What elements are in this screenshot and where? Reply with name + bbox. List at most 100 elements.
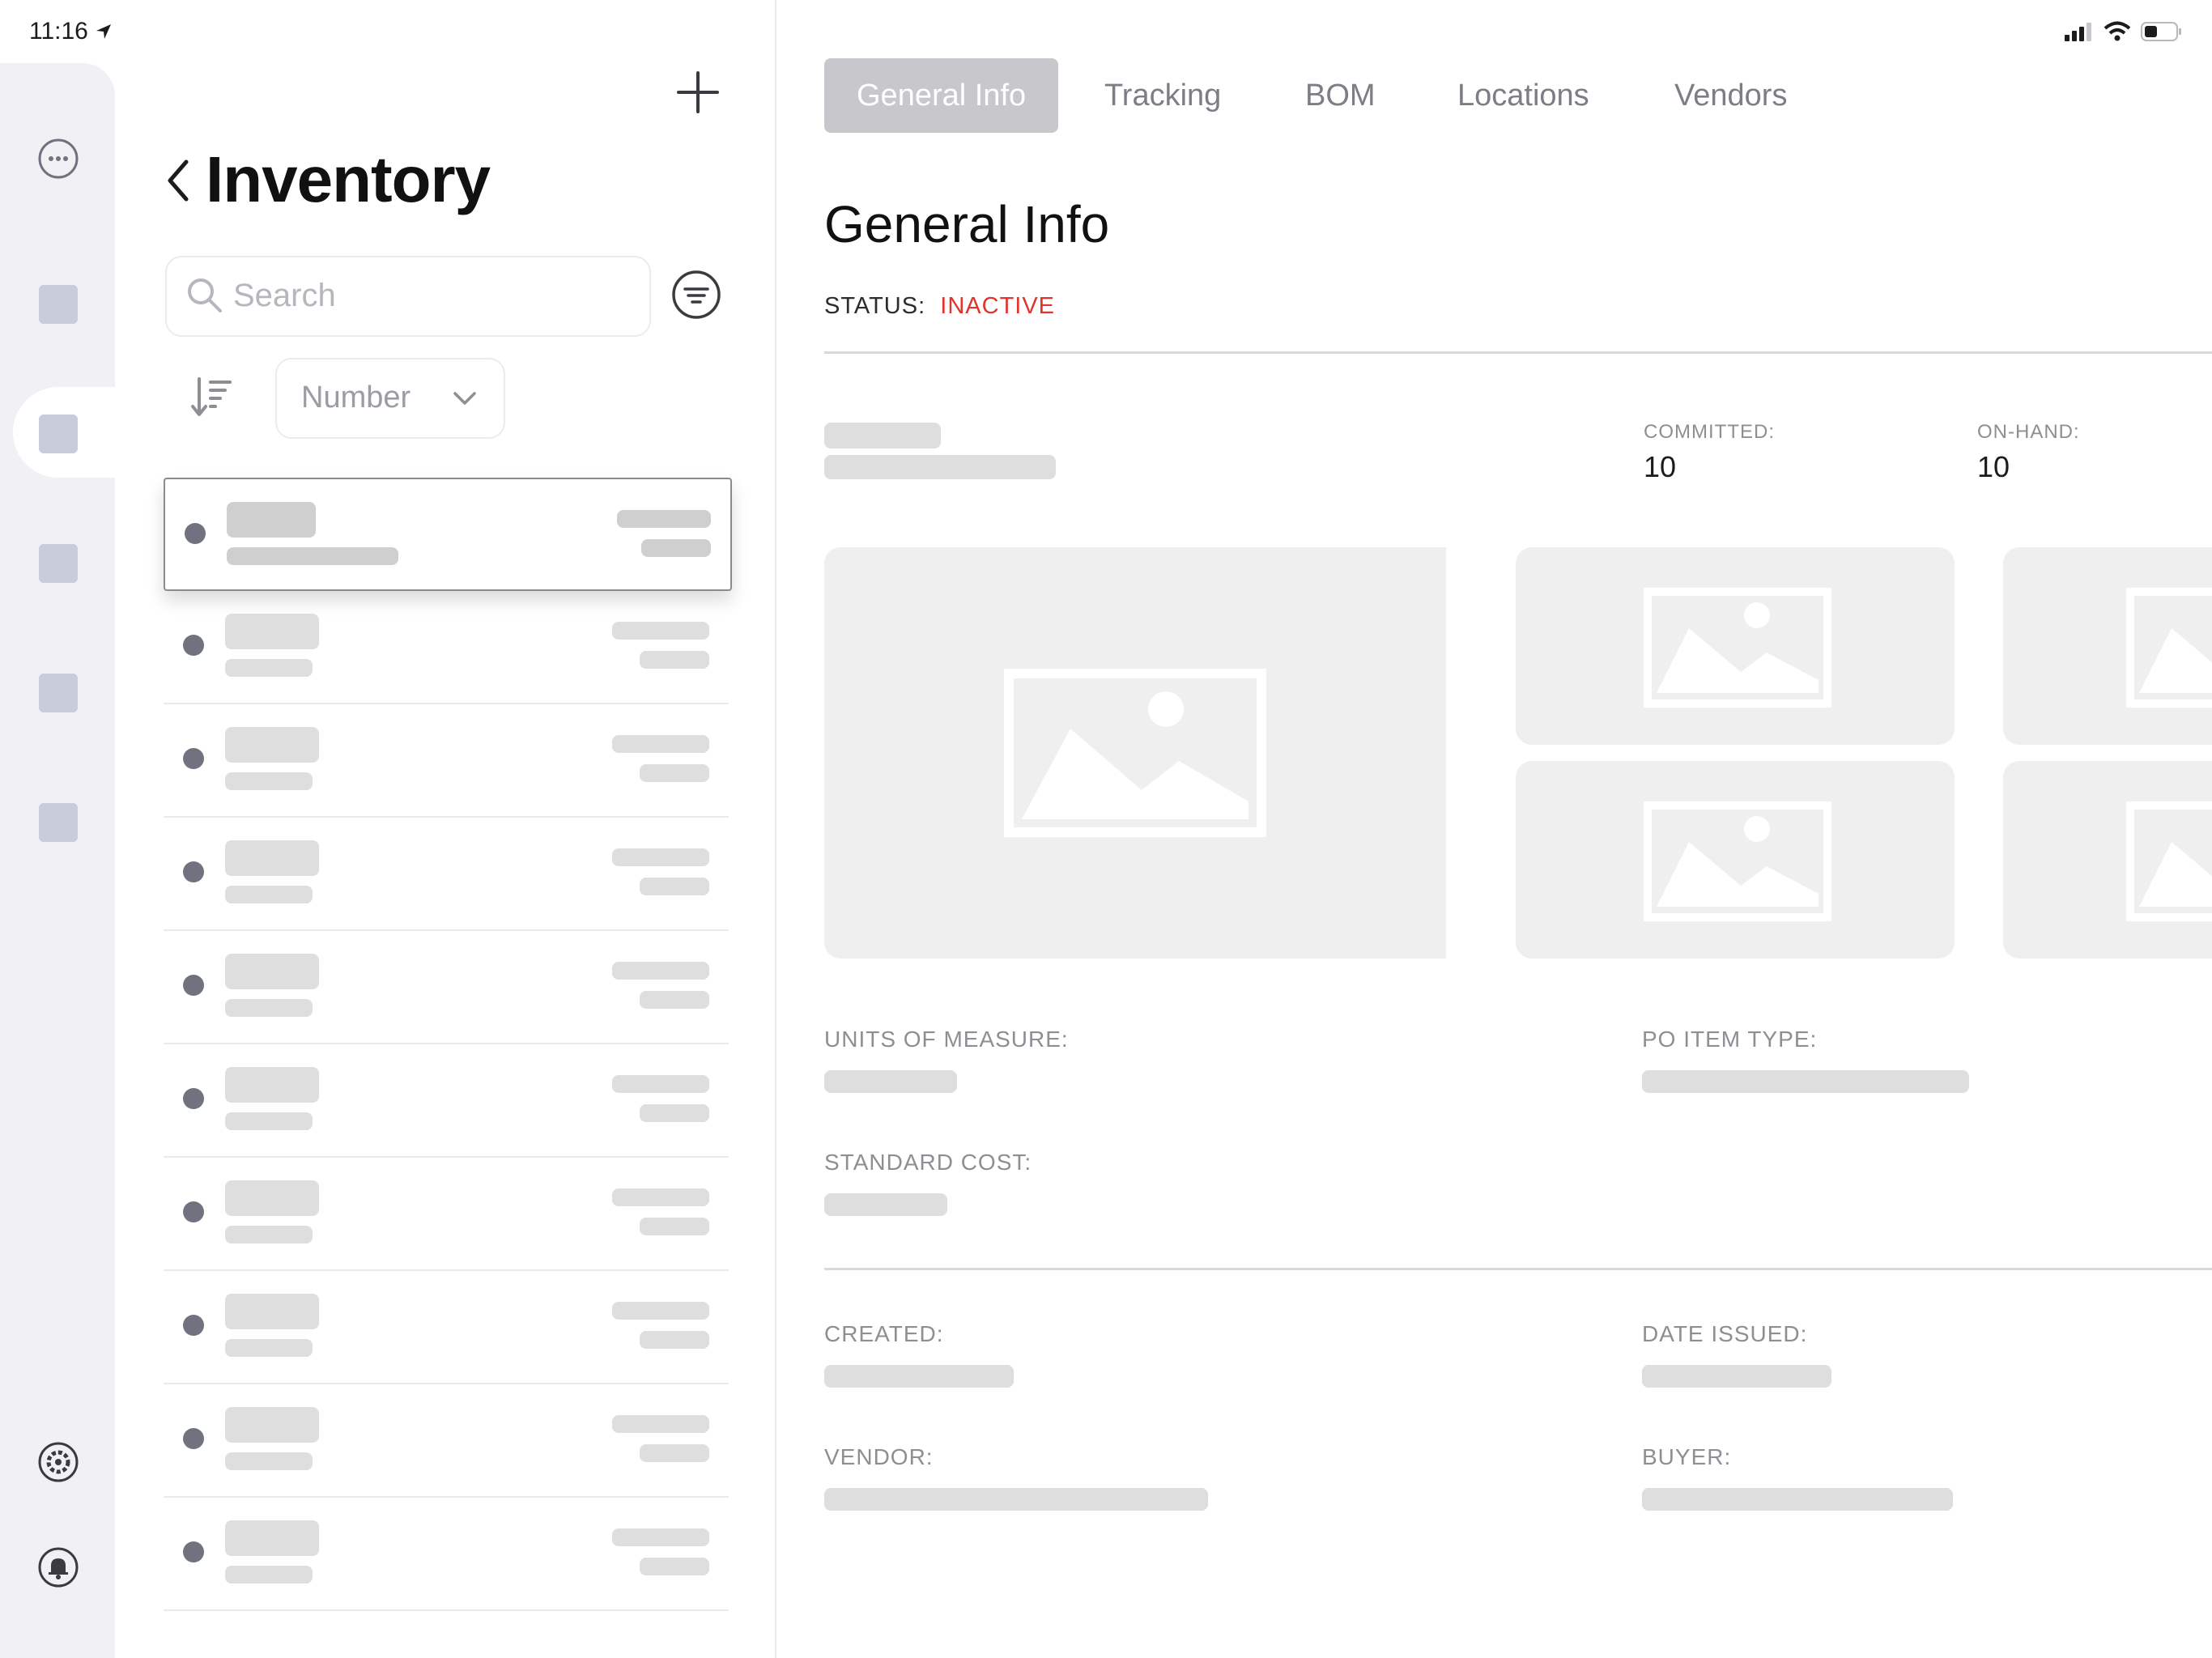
tab-tracking[interactable]: Tracking — [1104, 58, 1221, 133]
date-issued-value — [1642, 1365, 1831, 1388]
search-icon — [185, 275, 223, 314]
status-badge: INACTIVE — [940, 293, 1056, 319]
placeholder-value — [640, 1104, 709, 1122]
placeholder-subtitle — [225, 999, 313, 1017]
status-dot — [183, 1541, 204, 1562]
add-button[interactable] — [672, 66, 724, 118]
ellipsis-circle-icon — [38, 138, 79, 179]
placeholder-subtitle — [225, 772, 313, 790]
image-tile-main[interactable] — [824, 547, 1446, 959]
list-item[interactable] — [164, 1498, 729, 1611]
sort-field-select[interactable]: Number — [275, 358, 505, 439]
placeholder-title — [225, 1407, 319, 1443]
image-tile-thumb[interactable] — [1516, 547, 1955, 745]
list-item[interactable] — [164, 1384, 729, 1498]
list-item[interactable] — [164, 1271, 729, 1384]
tab-locations[interactable]: Locations — [1457, 58, 1589, 133]
chevron-left-icon — [168, 159, 189, 202]
sort-button[interactable] — [188, 372, 236, 421]
status-dot — [183, 748, 204, 769]
placeholder-value — [640, 651, 709, 669]
units-of-measure-value — [824, 1070, 957, 1093]
placeholder-subtitle — [225, 1112, 313, 1130]
list-item[interactable] — [164, 478, 732, 591]
status-dot — [183, 1428, 204, 1449]
created-value — [824, 1365, 1014, 1388]
list-item[interactable] — [164, 591, 729, 704]
standard-cost-label: STANDARD COST: — [824, 1150, 1032, 1175]
image-tile-thumb[interactable] — [1516, 761, 1955, 959]
list-item[interactable] — [164, 818, 729, 931]
placeholder-item-description — [824, 455, 1056, 479]
placeholder-value — [617, 510, 711, 528]
placeholder-value — [612, 1415, 709, 1433]
status-dot — [183, 861, 204, 882]
sort-field-value: Number — [301, 380, 411, 414]
rail-nav-item-1[interactable] — [39, 285, 78, 324]
tab-general-info[interactable]: General Info — [824, 58, 1059, 133]
placeholder-value — [612, 735, 709, 753]
placeholder-title — [225, 614, 319, 649]
notifications-button[interactable] — [37, 1546, 79, 1588]
filter-icon — [672, 270, 721, 319]
location-arrow-icon — [96, 24, 112, 39]
gear-icon — [38, 1442, 79, 1482]
wifi-icon — [2104, 21, 2131, 41]
placeholder-subtitle — [225, 1566, 313, 1584]
list-item[interactable] — [164, 1158, 729, 1271]
placeholder-value — [640, 764, 709, 782]
status-dot — [185, 523, 206, 544]
committed-value: 10 — [1644, 450, 1677, 483]
image-placeholder-icon — [1644, 588, 1831, 708]
image-tile-thumb[interactable] — [2003, 761, 2212, 959]
placeholder-title — [225, 1294, 319, 1329]
status-dot — [183, 1088, 204, 1109]
placeholder-subtitle — [225, 659, 313, 677]
placeholder-item-name — [824, 423, 941, 449]
buyer-value — [1642, 1488, 1953, 1511]
list-item[interactable] — [164, 1044, 729, 1158]
placeholder-subtitle — [225, 1226, 313, 1244]
search-input[interactable] — [232, 264, 640, 327]
status-dot — [183, 975, 204, 996]
filter-button[interactable] — [670, 269, 722, 321]
placeholder-subtitle — [225, 886, 313, 903]
rail-nav-item-3[interactable] — [39, 544, 78, 583]
image-tile-thumb[interactable] — [2003, 547, 2212, 745]
bell-icon — [38, 1547, 79, 1588]
rail-nav-item-2[interactable] — [39, 414, 78, 453]
tab-bom[interactable]: BOM — [1305, 58, 1376, 133]
image-placeholder-icon — [1644, 801, 1831, 921]
status-line: STATUS: INACTIVE — [824, 293, 1055, 320]
placeholder-title — [225, 1520, 319, 1556]
status-dot — [183, 635, 204, 656]
committed-label: COMMITTED: — [1644, 421, 1775, 443]
sort-descending-icon — [191, 377, 232, 416]
back-button[interactable] — [159, 152, 198, 209]
list-item[interactable] — [164, 931, 729, 1044]
placeholder-title — [225, 1180, 319, 1216]
image-placeholder-icon — [1004, 669, 1266, 837]
placeholder-title — [225, 840, 319, 876]
image-placeholder-icon — [2126, 588, 2212, 708]
more-menu-button[interactable] — [37, 138, 79, 180]
placeholder-value — [612, 848, 709, 866]
status-icons — [2065, 21, 2183, 42]
tab-vendors[interactable]: Vendors — [1674, 58, 1787, 133]
settings-button[interactable] — [37, 1441, 79, 1483]
status-label: STATUS: — [824, 293, 926, 319]
chevron-down-icon — [453, 392, 476, 405]
cellular-signal-icon — [2065, 23, 2091, 41]
placeholder-value — [640, 1331, 709, 1349]
list-item[interactable] — [164, 704, 729, 818]
rail-nav-item-5[interactable] — [39, 803, 78, 842]
buyer-label: BUYER: — [1642, 1444, 1732, 1469]
placeholder-value — [640, 1444, 709, 1462]
placeholder-value — [640, 878, 709, 895]
rail-nav-item-4[interactable] — [39, 674, 78, 712]
page-title: General Info — [824, 195, 1110, 253]
placeholder-subtitle — [225, 1452, 313, 1470]
divider — [824, 1268, 2212, 1270]
placeholder-title — [225, 954, 319, 989]
vendor-label: VENDOR: — [824, 1444, 934, 1469]
